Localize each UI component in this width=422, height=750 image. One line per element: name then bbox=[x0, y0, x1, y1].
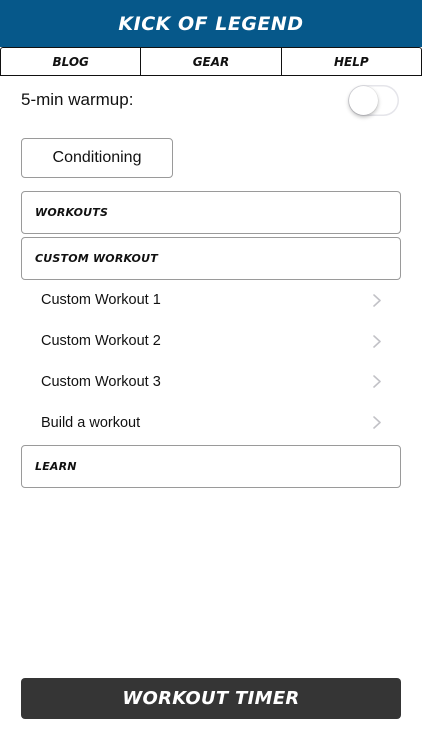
warmup-toggle[interactable] bbox=[348, 84, 399, 116]
workout-timer-label: Workout Timer bbox=[122, 688, 300, 709]
chevron-right-icon bbox=[373, 334, 381, 348]
list-item-custom-workout-2[interactable]: Custom Workout 2 bbox=[21, 321, 401, 362]
app-title: Kick of Legend bbox=[118, 12, 304, 35]
section-workouts-label: Workouts bbox=[35, 206, 109, 219]
workout-timer-button[interactable]: Workout Timer bbox=[21, 678, 401, 719]
chevron-right-icon bbox=[373, 416, 381, 429]
section-custom-workout-label: Custom Workout bbox=[35, 252, 158, 265]
toggle-knob bbox=[349, 85, 378, 115]
chevron-right-icon bbox=[373, 375, 381, 389]
tab-blog[interactable]: Blog bbox=[0, 47, 142, 76]
list-item-label: Custom Workout 1 bbox=[41, 292, 161, 309]
list-item-custom-workout-3[interactable]: Custom Workout 3 bbox=[21, 362, 401, 403]
warmup-label: 5-min warmup: bbox=[21, 90, 134, 109]
custom-workout-list: Custom Workout 1 Custom Workout 2 Custom… bbox=[21, 280, 401, 443]
conditioning-button[interactable]: Conditioning bbox=[21, 138, 173, 178]
list-item-custom-workout-1[interactable]: Custom Workout 1 bbox=[21, 280, 401, 321]
list-item-build-workout[interactable]: Build a workout bbox=[21, 402, 401, 443]
app-header: Kick of Legend bbox=[0, 0, 422, 47]
section-learn-label: Learn bbox=[35, 460, 77, 473]
list-item-label: Build a workout bbox=[41, 414, 141, 431]
section-workouts[interactable]: Workouts bbox=[21, 191, 401, 234]
section-learn[interactable]: Learn bbox=[21, 445, 401, 488]
app-screen: Kick of Legend Blog Gear Help 5-min warm… bbox=[0, 0, 422, 750]
warmup-row: 5-min warmup: bbox=[21, 84, 399, 116]
chevron-right-icon bbox=[373, 294, 381, 307]
tab-help[interactable]: Help bbox=[281, 47, 422, 76]
list-item-label: Custom Workout 2 bbox=[41, 333, 161, 350]
top-tab-bar: Blog Gear Help bbox=[0, 47, 422, 76]
list-item-label: Custom Workout 3 bbox=[41, 373, 161, 390]
section-custom-workout[interactable]: Custom Workout bbox=[21, 237, 401, 280]
tab-gear[interactable]: Gear bbox=[141, 47, 282, 76]
